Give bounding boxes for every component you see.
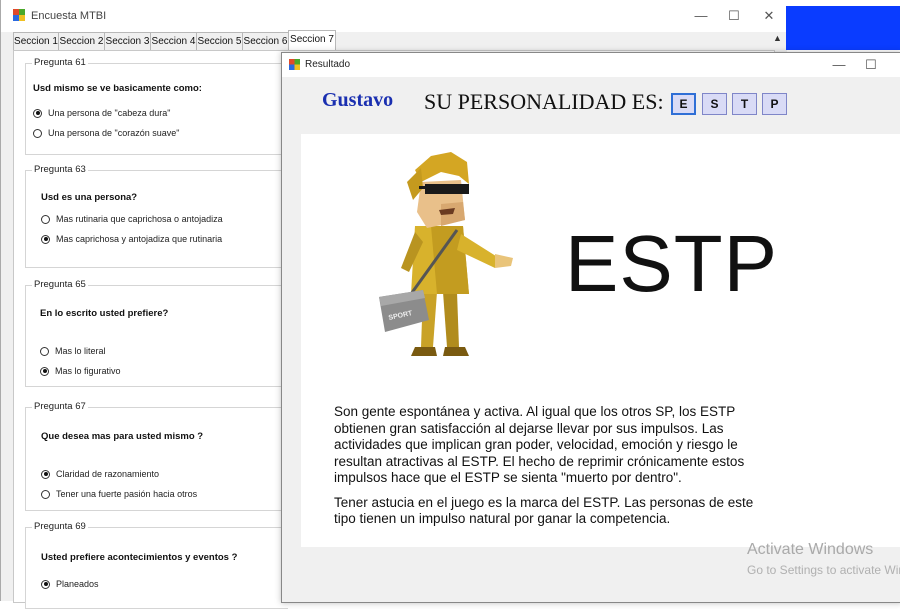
- tab-seccion-4[interactable]: Seccion 4: [150, 32, 197, 50]
- question-legend: Pregunta 63: [32, 164, 88, 175]
- radio-checked-icon[interactable]: [33, 108, 42, 118]
- minimize-button[interactable]: —: [689, 6, 713, 26]
- character-illustration: SPORT: [379, 152, 513, 356]
- question-legend: Pregunta 67: [32, 401, 88, 412]
- letter-s-box[interactable]: S: [702, 93, 727, 115]
- radio-option[interactable]: Mas rutinaria que caprichosa o antojadiz…: [41, 214, 223, 224]
- question-group: Pregunta 61 Usd mismo se ve basicamente …: [25, 57, 288, 155]
- description-paragraph: Tener astucia en el juego es la marca de…: [334, 494, 754, 527]
- survey-titlebar: Encuesta MTBI — ☐ ✕: [1, 0, 787, 32]
- option-label: Mas lo figurativo: [55, 366, 121, 376]
- radio-unchecked-icon[interactable]: [33, 128, 42, 138]
- option-label: Una persona de "corazón suave": [48, 128, 180, 138]
- tab-seccion-1[interactable]: Seccion 1: [13, 32, 59, 50]
- tab-seccion-2[interactable]: Seccion 2: [58, 32, 105, 50]
- radio-checked-icon[interactable]: [41, 469, 50, 479]
- radio-option[interactable]: Mas lo figurativo: [40, 366, 121, 376]
- radio-option[interactable]: Planeados: [41, 579, 99, 589]
- user-name: Gustavo: [322, 89, 394, 111]
- option-label: Mas caprichosa y antojadiza que rutinari…: [56, 234, 223, 244]
- radio-option[interactable]: Tener una fuerte pasión hacia otros: [41, 489, 197, 499]
- tab-seccion-5[interactable]: Seccion 5: [196, 32, 243, 50]
- tab-seccion-3[interactable]: Seccion 3: [104, 32, 151, 50]
- desktop-background: [786, 6, 900, 50]
- question-text: Usd mismo se ve basicamente como:: [33, 83, 202, 94]
- letter-p-box[interactable]: P: [762, 93, 787, 115]
- radio-checked-icon[interactable]: [41, 234, 50, 244]
- minimize-button[interactable]: —: [827, 55, 851, 75]
- question-legend: Pregunta 69: [32, 521, 88, 532]
- radio-option[interactable]: Claridad de razonamiento: [41, 469, 159, 479]
- scroll-up-icon[interactable]: ▲: [773, 33, 782, 43]
- radio-unchecked-icon[interactable]: [41, 214, 50, 224]
- radio-option[interactable]: Una persona de "cabeza dura": [33, 108, 170, 118]
- question-text: Que desea mas para usted mismo ?: [41, 431, 204, 442]
- description-paragraph: Son gente espontánea y activa. Al igual …: [334, 404, 745, 485]
- result-titlebar: Resultado — ☐: [282, 53, 900, 77]
- maximize-button[interactable]: ☐: [722, 6, 746, 26]
- activate-windows-heading: Activate Windows: [747, 541, 874, 558]
- activate-windows-subtext: Go to Settings to activate Windows.: [747, 563, 900, 577]
- option-label: Mas lo literal: [55, 346, 106, 356]
- radio-option[interactable]: Mas lo literal: [40, 346, 106, 356]
- option-label: Mas rutinaria que caprichosa o antojadiz…: [56, 214, 223, 224]
- radio-checked-icon[interactable]: [40, 366, 49, 376]
- app-icon: [289, 59, 300, 70]
- option-label: Claridad de razonamiento: [56, 469, 160, 479]
- letter-t-box[interactable]: T: [732, 93, 757, 115]
- question-group: Pregunta 67 Que desea mas para usted mis…: [25, 401, 288, 511]
- result-panel: SPORT ESTP Son gente espontánea y activa…: [301, 134, 900, 547]
- tab-seccion-6[interactable]: Seccion 6: [242, 32, 289, 50]
- question-legend: Pregunta 65: [32, 279, 88, 290]
- question-legend: Pregunta 61: [32, 57, 88, 68]
- question-group: Pregunta 63 Usd es una persona? Mas ruti…: [25, 164, 288, 268]
- question-group: Pregunta 65 En lo escrito usted prefiere…: [25, 279, 288, 387]
- radio-option[interactable]: Mas caprichosa y antojadiza que rutinari…: [41, 234, 222, 244]
- question-group: Pregunta 69 Usted prefiere acontecimient…: [25, 521, 288, 609]
- radio-unchecked-icon[interactable]: [40, 346, 49, 356]
- window-title: Encuesta MTBI: [31, 10, 107, 22]
- personality-type: ESTP: [565, 219, 778, 308]
- app-icon: [13, 9, 25, 21]
- letter-e-box[interactable]: E: [671, 93, 696, 115]
- maximize-button[interactable]: ☐: [859, 55, 883, 75]
- personality-description: Son gente espontánea y activa. Al igual …: [334, 404, 774, 536]
- option-label: Tener una fuerte pasión hacia otros: [56, 489, 198, 499]
- personality-label: SU PERSONALIDAD ES:: [424, 89, 664, 114]
- radio-checked-icon[interactable]: [41, 579, 50, 589]
- question-text: Usd es una persona?: [41, 192, 138, 203]
- tab-seccion-7[interactable]: Seccion 7: [288, 30, 336, 50]
- result-dialog: Resultado — ☐ Gustavo SU PERSONALIDAD ES…: [281, 52, 900, 603]
- radio-option[interactable]: Una persona de "corazón suave": [33, 128, 179, 138]
- question-text: Usted prefiere acontecimientos y eventos…: [41, 552, 238, 563]
- option-label: Una persona de "cabeza dura": [48, 108, 171, 118]
- option-label: Planeados: [56, 579, 99, 589]
- close-button[interactable]: ✕: [757, 6, 781, 26]
- dialog-title: Resultado: [305, 59, 351, 70]
- radio-unchecked-icon[interactable]: [41, 489, 50, 499]
- question-text: En lo escrito usted prefiere?: [40, 308, 169, 319]
